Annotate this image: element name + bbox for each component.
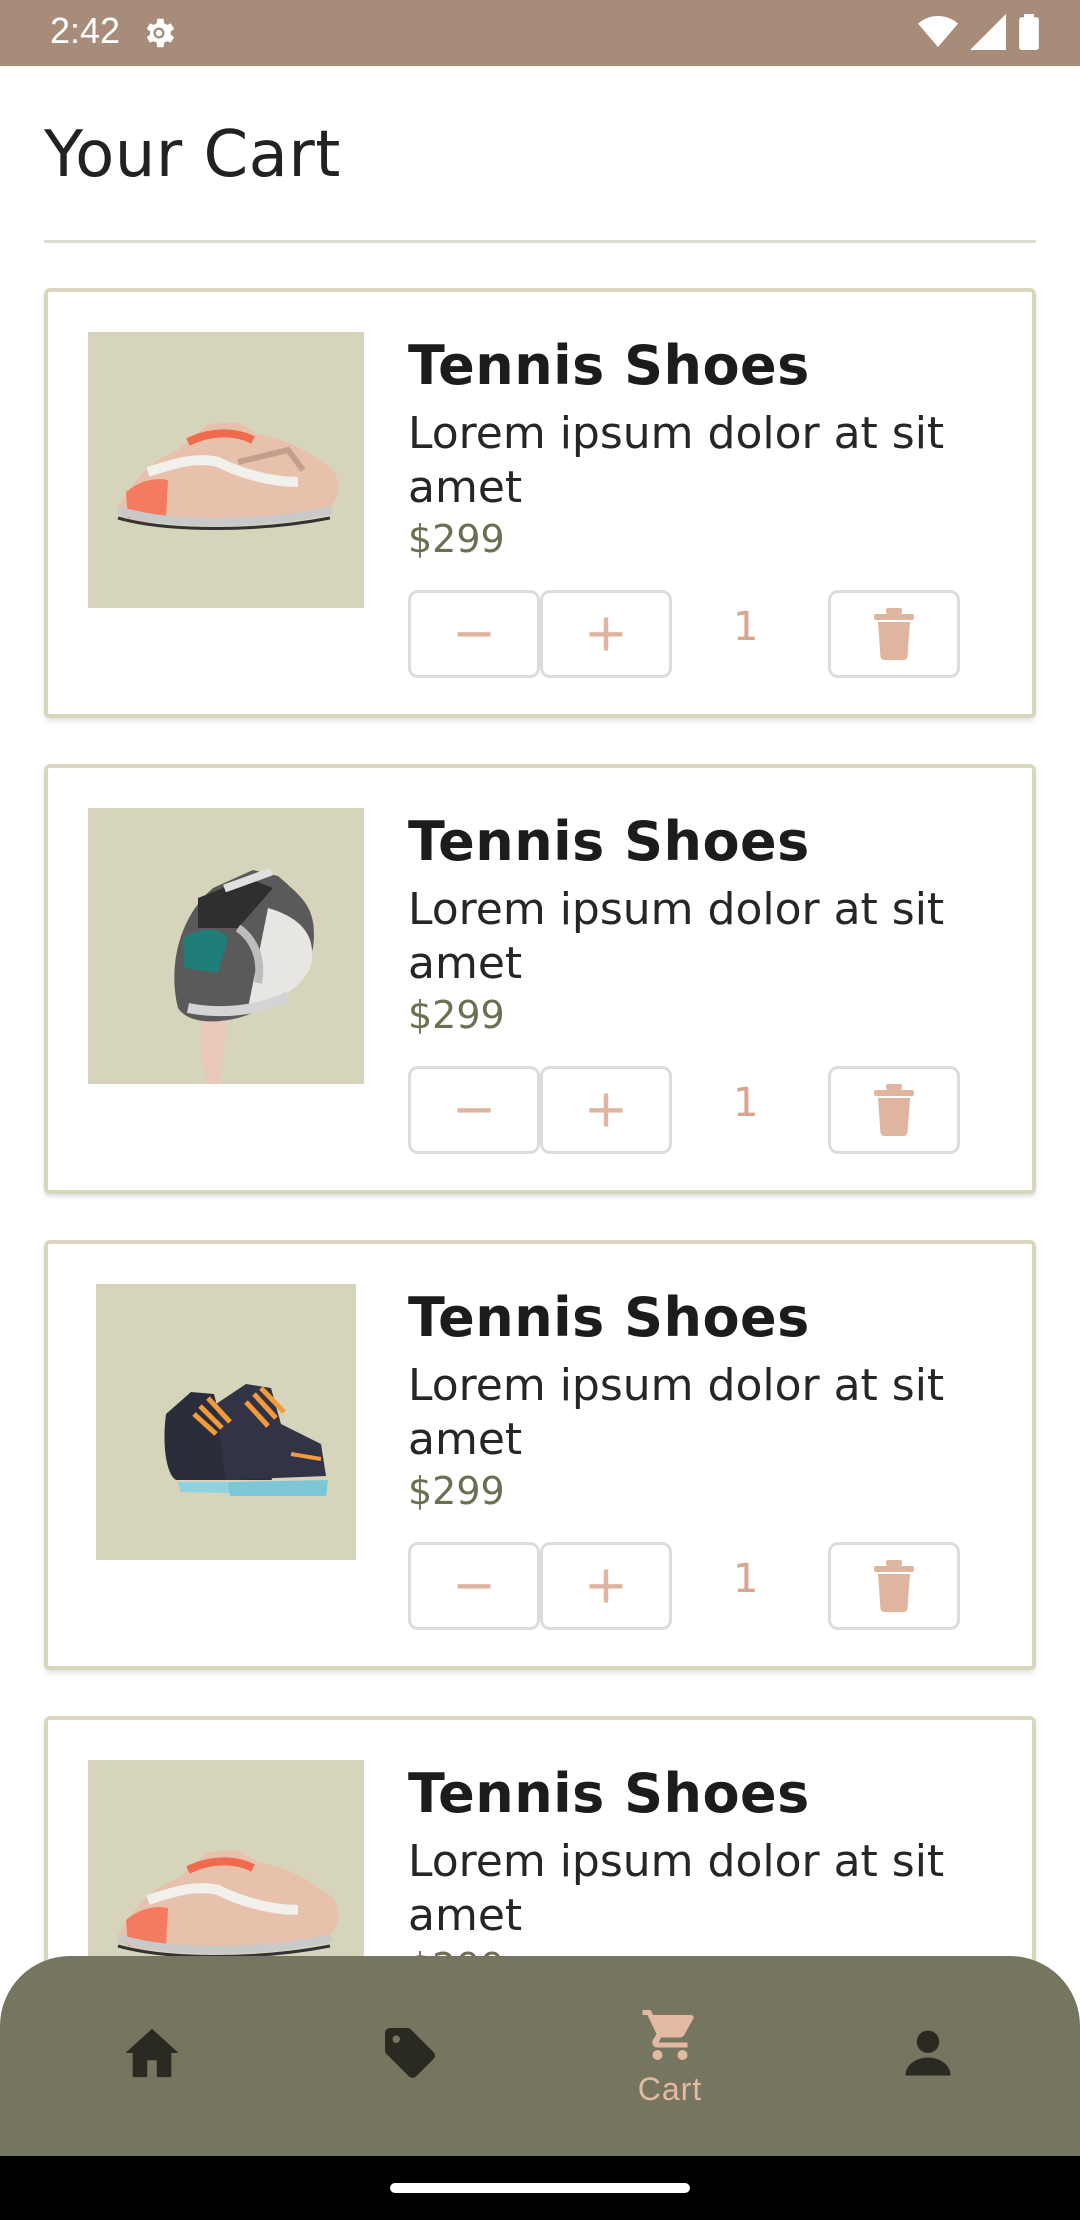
product-image [96, 1284, 356, 1560]
plus-icon [589, 617, 623, 651]
nav-offers[interactable] [310, 1956, 510, 2156]
battery-icon [1019, 14, 1039, 50]
cart-icon [642, 2009, 694, 2060]
increase-quantity-button[interactable] [540, 590, 672, 678]
product-name: Tennis Shoes [408, 1762, 810, 1825]
nav-profile[interactable] [828, 1956, 1028, 2156]
trash-icon [874, 608, 914, 660]
minus-icon [457, 1584, 491, 1589]
decrease-quantity-button[interactable] [408, 1066, 540, 1154]
product-name: Tennis Shoes [408, 1286, 810, 1349]
product-description: Lorem ipsum dolor at sit amet [408, 884, 945, 989]
product-description: Lorem ipsum dolor at sit amet [408, 1360, 945, 1465]
plus-icon [589, 1093, 623, 1127]
settings-icon [146, 18, 175, 48]
product-image [88, 332, 364, 608]
trash-icon [874, 1560, 914, 1612]
plus-icon [589, 1569, 623, 1603]
product-name: Tennis Shoes [408, 810, 810, 873]
delete-item-button[interactable] [828, 590, 960, 678]
cart-item-card: Tennis Shoes Lorem ipsum dolor at sit am… [44, 288, 1036, 718]
wifi-icon [918, 16, 958, 47]
increase-quantity-button[interactable] [540, 1066, 672, 1154]
decrease-quantity-button[interactable] [408, 1542, 540, 1630]
page-title: Your Cart [44, 118, 341, 192]
nav-cart[interactable]: Cart [570, 1956, 770, 2156]
delete-item-button[interactable] [828, 1066, 960, 1154]
status-time: 2:42 [50, 10, 121, 51]
person-icon [905, 2030, 951, 2076]
status-bar: 2:42 [0, 0, 1080, 66]
product-description: Lorem ipsum dolor at sit amet [408, 1836, 945, 1941]
minus-icon [457, 632, 491, 637]
quantity-value: 1 [733, 604, 759, 650]
product-price: $299 [408, 517, 505, 561]
quantity-value: 1 [733, 1556, 759, 1602]
minus-icon [457, 1108, 491, 1113]
decrease-quantity-button[interactable] [408, 590, 540, 678]
cart-item-card: Tennis Shoes Lorem ipsum dolor at sit am… [44, 1240, 1036, 1670]
bottom-navigation: Cart [0, 1956, 1080, 2156]
product-description: Lorem ipsum dolor at sit amet [408, 408, 945, 513]
status-icons [918, 14, 1040, 50]
delete-item-button[interactable] [828, 1542, 960, 1630]
home-gesture-handle[interactable] [390, 2183, 690, 2193]
quantity-value: 1 [733, 1080, 759, 1126]
nav-cart-label: Cart [637, 2070, 703, 2107]
product-price: $299 [408, 1469, 505, 1513]
tag-icon [385, 2028, 435, 2078]
header-divider [44, 240, 1036, 243]
nav-home[interactable] [52, 1956, 252, 2156]
home-icon [125, 2028, 179, 2078]
increase-quantity-button[interactable] [540, 1542, 672, 1630]
product-image [88, 808, 364, 1084]
product-price: $299 [408, 993, 505, 1037]
trash-icon [874, 1084, 914, 1136]
product-name: Tennis Shoes [408, 334, 810, 397]
cart-item-card: Tennis Shoes Lorem ipsum dolor at sit am… [44, 764, 1036, 1194]
signal-icon [970, 14, 1006, 50]
